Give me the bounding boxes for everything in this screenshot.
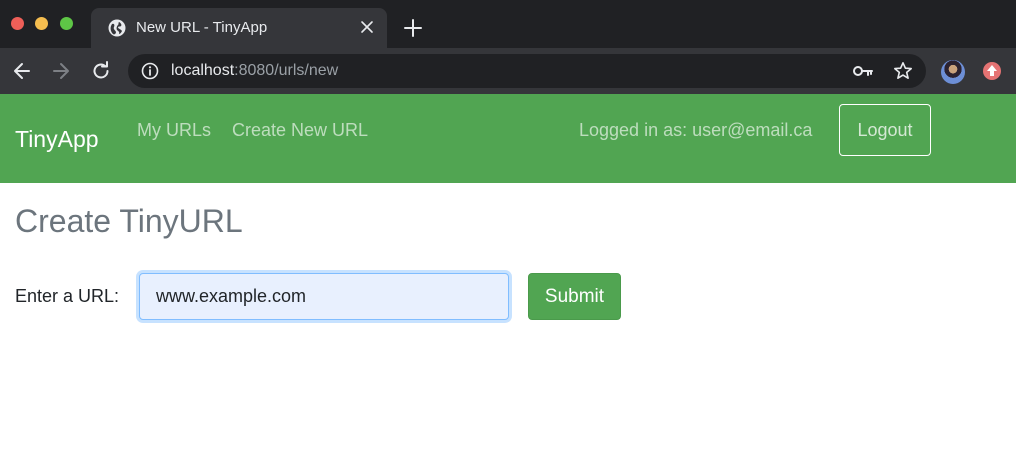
logout-button[interactable]: Logout bbox=[839, 104, 931, 156]
avatar[interactable] bbox=[941, 60, 965, 84]
page-title: Create TinyURL bbox=[15, 203, 243, 239]
url-path: :8080/urls/new bbox=[234, 62, 339, 79]
logged-in-status: Logged in as: user@email.ca bbox=[579, 120, 813, 140]
url-input[interactable] bbox=[139, 273, 509, 320]
nav-link-create-new-url[interactable]: Create New URL bbox=[232, 120, 368, 141]
plus-icon[interactable] bbox=[403, 18, 423, 38]
reload-icon[interactable] bbox=[90, 60, 112, 82]
brand-link[interactable]: TinyApp bbox=[15, 126, 99, 153]
info-icon[interactable] bbox=[141, 62, 159, 80]
submit-button[interactable]: Submit bbox=[528, 273, 621, 320]
close-icon[interactable] bbox=[359, 19, 375, 35]
key-icon[interactable] bbox=[852, 61, 874, 81]
maximize-window-button[interactable] bbox=[60, 17, 73, 30]
tab-title: New URL - TinyApp bbox=[136, 19, 268, 36]
browser-toolbar: localhost:8080/urls/new bbox=[0, 48, 1016, 94]
nav-link-my-urls[interactable]: My URLs bbox=[137, 120, 211, 141]
browser-tab-bar: New URL - TinyApp bbox=[0, 0, 1016, 48]
star-icon[interactable] bbox=[893, 61, 913, 81]
url-text[interactable]: localhost:8080/urls/new bbox=[171, 62, 338, 80]
close-window-button[interactable] bbox=[11, 17, 24, 30]
url-host: localhost bbox=[171, 62, 235, 79]
globe-icon bbox=[108, 19, 126, 37]
app-navbar: TinyApp My URLs Create New URL Logged in… bbox=[0, 94, 1016, 183]
extension-icon[interactable] bbox=[982, 61, 1002, 81]
url-field-label: Enter a URL: bbox=[15, 286, 120, 306]
browser-tab[interactable]: New URL - TinyApp bbox=[91, 8, 387, 48]
address-bar[interactable]: localhost:8080/urls/new bbox=[128, 54, 926, 88]
forward-arrow-icon[interactable] bbox=[50, 60, 72, 82]
back-arrow-icon[interactable] bbox=[11, 60, 33, 82]
minimize-window-button[interactable] bbox=[35, 17, 48, 30]
